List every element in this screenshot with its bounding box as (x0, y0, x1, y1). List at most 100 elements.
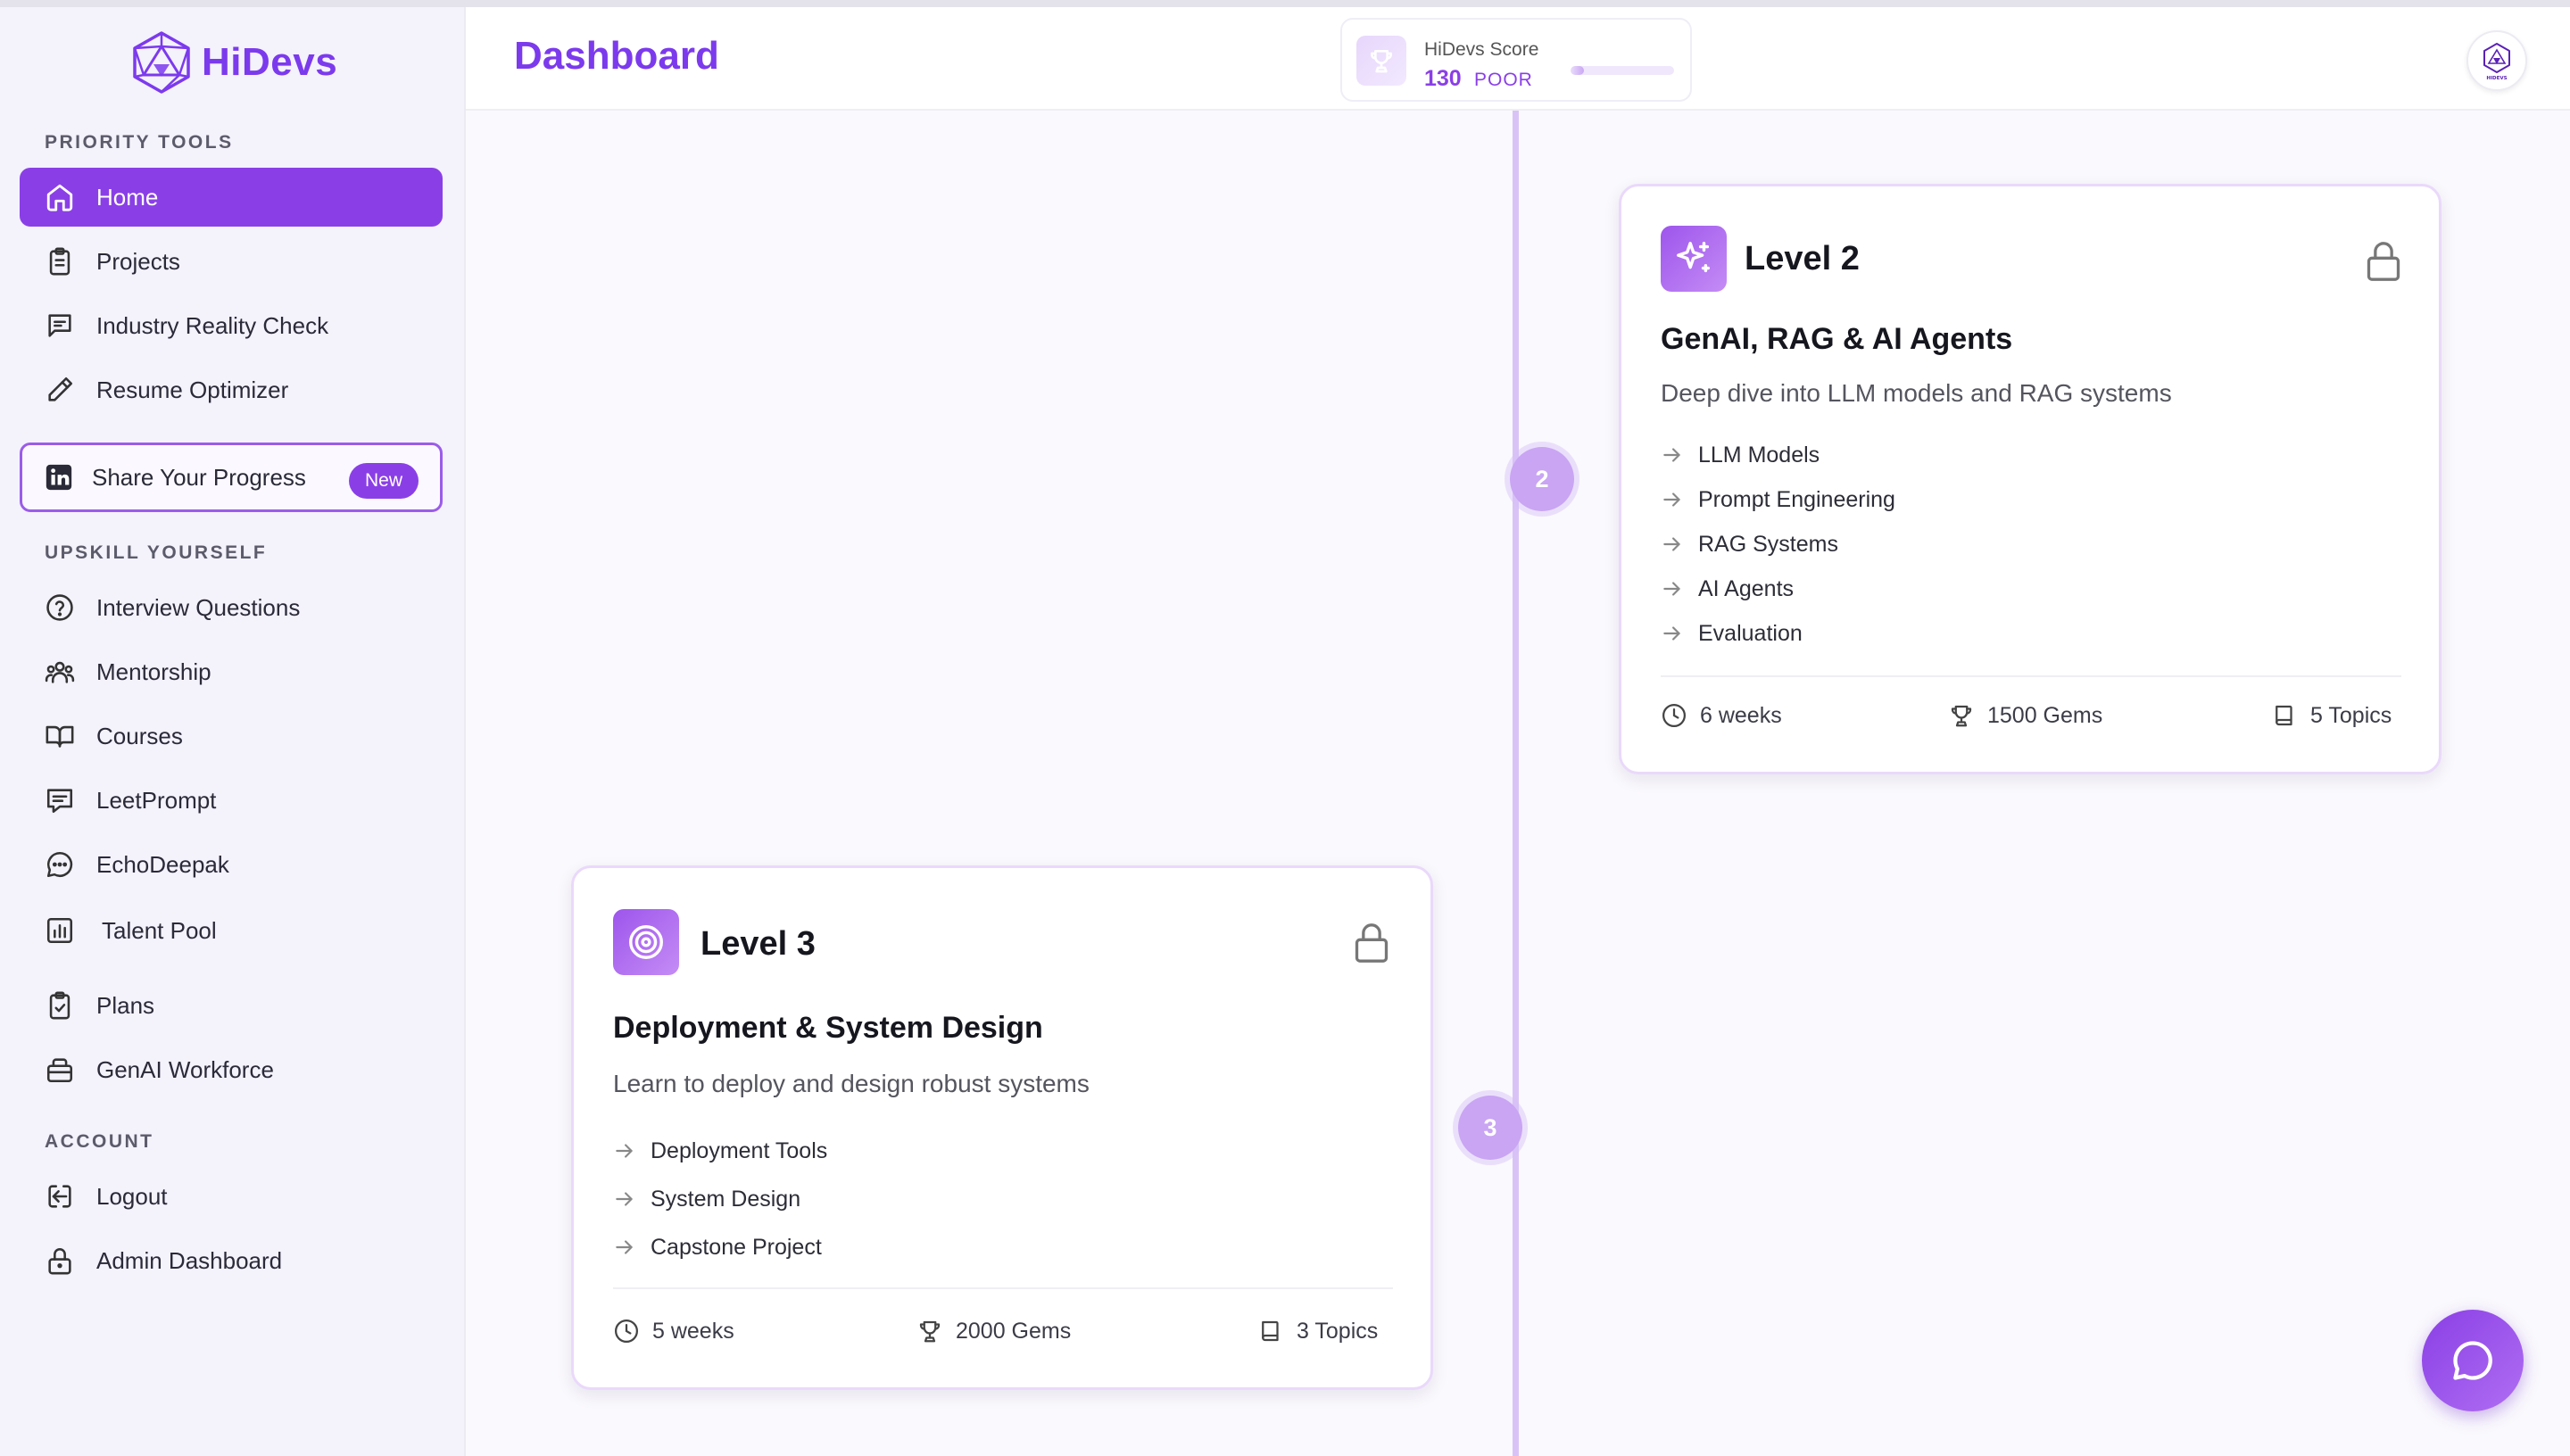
card-topic-list: Deployment Tools System Design Capstone … (613, 1127, 827, 1271)
card-topic-count: 3 Topics (1257, 1318, 1378, 1344)
topic-label: Deployment Tools (651, 1138, 828, 1163)
card-divider (1661, 675, 2401, 677)
lock-icon (2367, 242, 2400, 281)
card-level: Level 3 (701, 925, 816, 963)
topic-label: RAG Systems (1698, 531, 1838, 557)
book-icon (1262, 1320, 1279, 1342)
arrow-right-icon (1663, 492, 1680, 507)
clipboard-check-icon (49, 991, 70, 1020)
card-icon-box (1661, 226, 1727, 292)
sidebar: HiDevs PRIORITY TOOLS Home Projects Indu… (0, 7, 466, 1456)
timeline-line (1513, 111, 1519, 1456)
upskill-heading: UPSKILL YOURSELF (45, 542, 268, 563)
arrow-right-icon (616, 1192, 633, 1206)
lock-icon (48, 1248, 71, 1275)
card-divider (613, 1287, 1393, 1289)
logout-icon (48, 1185, 71, 1208)
list-item: Deployment Tools (613, 1127, 827, 1175)
sidebar-item-label: Talent Pool (102, 916, 217, 944)
arrow-right-icon (1663, 537, 1680, 551)
bar-chart-icon (46, 917, 73, 944)
sidebar-item-leetprompt[interactable]: LeetPrompt (20, 771, 443, 830)
duration-label: 5 weeks (652, 1318, 734, 1344)
brand-name: HiDevs (202, 40, 338, 84)
topic-count-label: 5 Topics (2310, 702, 2392, 728)
sidebar-item-interview-questions[interactable]: Interview Questions (20, 578, 443, 637)
score-label: HiDevs Score (1424, 39, 1539, 60)
sidebar-item-plans[interactable]: Plans (20, 976, 443, 1035)
hidevs-avatar-logo-icon: HIDEVS (2483, 43, 2510, 81)
score-progress-fill (1571, 66, 1585, 75)
list-item: Evaluation (1661, 611, 1895, 656)
card-duration: 5 weeks (613, 1318, 734, 1344)
step-circle-2: 2 (1510, 447, 1574, 511)
chat-bubble-icon (2453, 1341, 2492, 1380)
level-card-2[interactable]: Level 2 GenAI, RAG & AI Agents Deep dive… (1619, 184, 2442, 774)
sparkles-icon (1677, 242, 1711, 273)
topic-label: System Design (651, 1186, 801, 1212)
topic-label: LLM Models (1698, 442, 1820, 467)
level-card-3[interactable]: Level 3 Deployment & System Design Learn… (571, 865, 1433, 1390)
sidebar-item-label: Projects (96, 247, 180, 275)
help-circle-icon (46, 594, 73, 621)
home-icon (46, 184, 73, 211)
account-heading: ACCOUNT (45, 1131, 154, 1152)
sidebar-item-label: LeetPrompt (96, 786, 217, 814)
trophy-icon (1951, 705, 1972, 727)
sidebar-item-label: Courses (96, 722, 183, 749)
sidebar-item-courses[interactable]: Courses (20, 707, 443, 765)
sidebar-item-projects[interactable]: Projects (20, 232, 443, 291)
share-progress-button[interactable]: Share Your Progress New (20, 443, 443, 512)
sidebar-item-logout[interactable]: Logout (20, 1167, 443, 1226)
sidebar-item-genai-workforce[interactable]: GenAI Workforce (20, 1040, 443, 1099)
sidebar-item-industry-reality-check[interactable]: Industry Reality Check (20, 296, 443, 355)
list-item: Capstone Project (613, 1223, 827, 1271)
gems-label: 1500 Gems (1987, 702, 2103, 728)
sidebar-item-echodeepak[interactable]: EchoDeepak (20, 835, 443, 894)
arrow-right-icon (616, 1144, 633, 1158)
score-icon-box (1356, 36, 1406, 86)
card-description: Deep dive into LLM models and RAG system… (1661, 379, 2172, 407)
gems-label: 2000 Gems (956, 1318, 1072, 1344)
chat-button[interactable] (2422, 1310, 2524, 1411)
clipboard-icon (49, 247, 70, 276)
card-level: Level 2 (1745, 240, 1860, 277)
sidebar-item-admin-dashboard[interactable]: Admin Dashboard (20, 1231, 443, 1290)
sidebar-item-label: GenAI Workforce (96, 1055, 274, 1083)
arrow-right-icon (1663, 626, 1680, 641)
avatar-text: HIDEVS (2486, 76, 2507, 81)
list-item: LLM Models (1661, 433, 1895, 477)
new-badge: New (348, 463, 419, 499)
sidebar-item-label: EchoDeepak (96, 850, 229, 878)
lock-icon (1355, 923, 1389, 963)
card-topic-count: 5 Topics (2271, 702, 2392, 729)
sidebar-item-mentorship[interactable]: Mentorship (20, 642, 443, 701)
sidebar-item-resume-optimizer[interactable]: Resume Optimizer (20, 360, 443, 419)
score-value: 130 (1424, 66, 1462, 91)
topic-label: Prompt Engineering (1698, 486, 1895, 512)
sidebar-item-talent-pool[interactable]: Talent Pool (20, 901, 443, 960)
hidevs-score-widget[interactable]: HiDevs Score 130 POOR (1340, 18, 1692, 102)
sidebar-item-home[interactable]: Home (20, 168, 443, 227)
card-gems: 1500 Gems (1948, 702, 2102, 729)
briefcase-icon (46, 1058, 73, 1083)
book-icon (2276, 705, 2292, 726)
trophy-icon (1371, 50, 1392, 73)
target-icon (629, 925, 663, 959)
brand-logo[interactable]: HiDevs (130, 27, 337, 98)
score-progress-bar (1571, 66, 1674, 75)
card-duration: 6 weeks (1661, 702, 1782, 729)
priority-tools-heading: PRIORITY TOOLS (45, 132, 234, 153)
card-title: GenAI, RAG & AI Agents (1661, 322, 2013, 356)
arrow-right-icon (1663, 448, 1680, 462)
list-item: Prompt Engineering (1661, 477, 1895, 522)
user-avatar[interactable]: HIDEVS (2466, 30, 2527, 91)
arrow-right-icon (616, 1240, 633, 1254)
pencil-icon (48, 376, 73, 401)
card-topic-list: LLM Models Prompt Engineering RAG System… (1661, 433, 1895, 656)
clock-icon (1662, 704, 1686, 727)
top-border (0, 0, 2570, 7)
icosahedron-logo-icon (133, 31, 190, 94)
message-square-icon (48, 314, 71, 337)
message-lines-icon (46, 789, 73, 814)
